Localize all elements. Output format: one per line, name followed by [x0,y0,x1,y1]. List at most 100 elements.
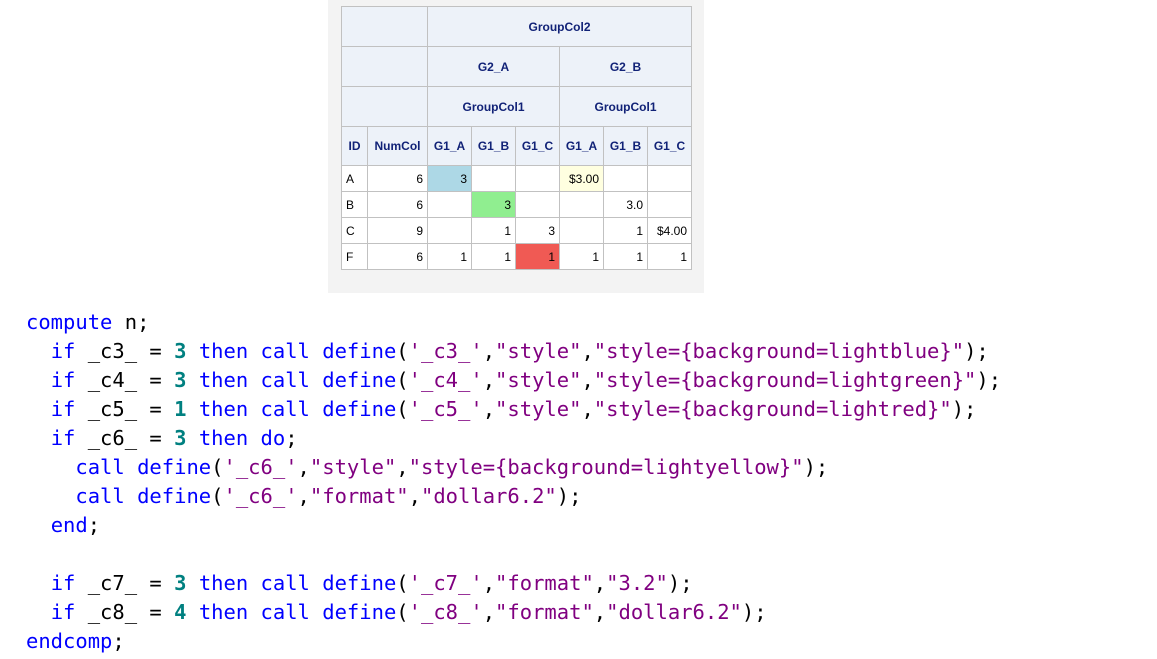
table-row: F6111111 [341,243,693,270]
code-keyword: call define [260,571,397,595]
code-text: ; [87,513,101,537]
highlighted-cell: 3 [471,191,516,218]
table-cell [559,217,604,244]
code-string: "format" [495,600,594,624]
code-text: , [297,484,310,508]
code-text: , [581,368,594,392]
table-cell [515,191,560,218]
table-cell [427,217,472,244]
code-text: , [297,455,310,479]
column-header-id: ID [341,126,368,166]
column-header-numcol: NumCol [367,126,428,166]
code-line: end; [26,511,1001,540]
code-text: _c3_ = [75,339,175,363]
table-cell: 1 [603,217,648,244]
code-string: "dollar6.2" [420,484,557,508]
column-header-row: ID NumCol G1_A G1_B G1_C G1_A G1_B G1_C [341,126,693,166]
code-text: ); [976,368,1002,392]
code-string: "style={background=lightgreen}" [593,368,977,392]
table-cell [515,165,560,192]
code-line: ​ [26,540,1001,569]
code-number: 1 [174,397,187,421]
column-header-g1-b: G1_B [471,126,516,166]
column-header-g1-a: G1_A [559,126,604,166]
code-text: ( [396,368,409,392]
header-groupcol1-a: GroupCol1 [427,86,560,127]
code-keyword: call define [260,368,397,392]
row-id-cell: C [341,217,368,244]
code-text: _c4_ = [75,368,175,392]
table-cell: 6 [367,165,428,192]
code-string: '_c6_' [223,455,298,479]
sas-code-block: compute n; if _c3_ = 3 then call define(… [26,308,1001,656]
row-id-cell: A [341,165,368,192]
header-groupcol2: GroupCol2 [426,6,693,47]
code-line: if _c3_ = 3 then call define('_c3_',"sty… [26,337,1001,366]
code-keyword: then [198,368,249,392]
table-cell: 1 [603,243,648,270]
header-g2-b: G2_B [558,46,693,87]
code-keyword: then do [198,426,286,450]
code-text: ( [211,484,224,508]
code-keyword: then [198,600,249,624]
code-line: if _c7_ = 3 then call define('_c7_',"for… [26,569,1001,598]
highlighted-cell: $3.00 [559,165,604,192]
table-cell [427,191,472,218]
column-header-g1-a: G1_A [427,126,472,166]
code-keyword: call define [260,339,397,363]
code-keyword: call define [260,600,397,624]
header-spacer [341,46,428,87]
code-line: endcomp; [26,627,1001,656]
code-keyword: compute [26,310,113,334]
code-text: ); [964,339,989,363]
table-row: C 9 1 3 1 $4.00 [341,217,693,244]
column-header-g1-b: G1_B [603,126,648,166]
code-keyword: if [50,368,76,392]
code-string: "style" [495,339,582,363]
code-string: "format" [309,484,409,508]
code-text: , [482,368,496,392]
code-line: if _c6_ = 3 then do; [26,424,1001,453]
code-line: if _c5_ = 1 then call define('_c5_',"sty… [26,395,1001,424]
code-keyword: if [50,600,76,624]
table-body: A 6 3 $3.00 B 6 3 3.0 C 9 1 3 1 $4.00 F 6 1 1 1 1 1 1 [341,165,693,270]
table-cell [559,191,604,218]
table-cell: 6 [367,191,428,218]
code-keyword: endcomp [26,629,113,653]
header-row-g2: G2_A G2_B [341,46,693,87]
code-string: "style" [309,455,397,479]
code-text: , [408,484,421,508]
code-keyword: call define [75,484,212,508]
code-keyword: then [198,339,249,363]
code-string: '_c8_' [408,600,483,624]
code-text: ); [556,484,582,508]
column-header-g1-c: G1_C [646,126,693,166]
code-text: _c8_ = [75,600,175,624]
code-line: compute n; [26,308,1001,337]
code-text: ( [396,397,409,421]
header-spacer [341,86,428,127]
row-id-cell: F [341,243,368,270]
code-text: , [581,339,594,363]
code-number: 3 [174,368,187,392]
code-text: , [593,571,607,595]
code-string: '_c7_' [408,571,483,595]
code-number: 3 [174,571,187,595]
code-string: "format" [495,571,594,595]
code-text: _c7_ = [75,571,175,595]
code-line: if _c8_ = 4 then call define('_c8_',"for… [26,598,1001,627]
code-keyword: if [50,426,76,450]
